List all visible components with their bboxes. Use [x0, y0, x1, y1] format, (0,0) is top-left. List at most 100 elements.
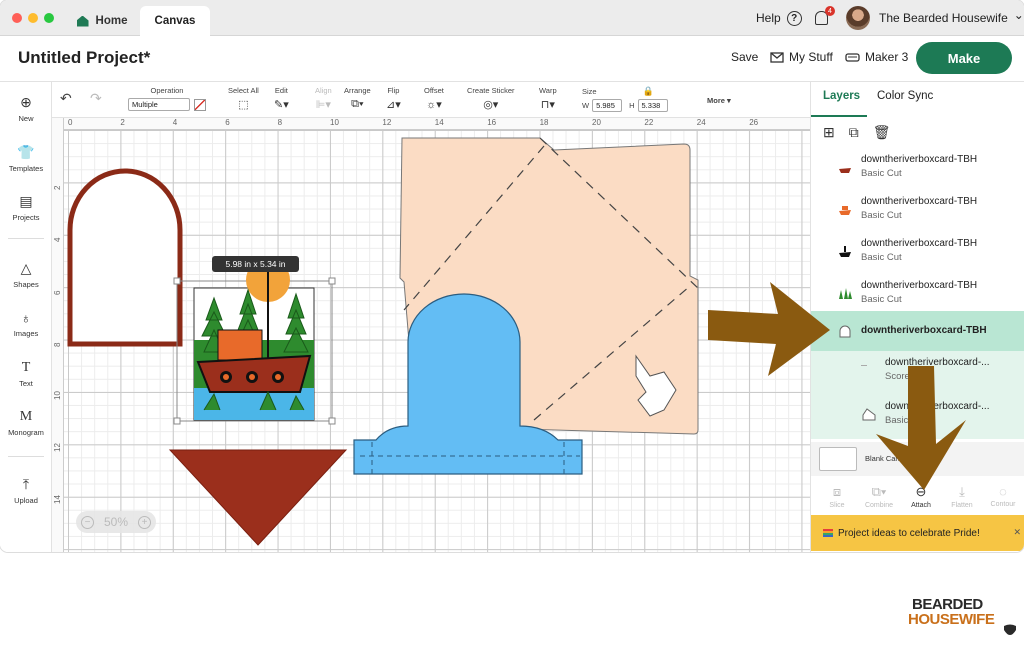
align-button[interactable]: Align ⊫▾ [315, 86, 332, 111]
contour-button[interactable]: ◌ Contour [983, 484, 1023, 508]
operation-control[interactable]: Operation Multiple [128, 86, 206, 111]
tab-layers[interactable]: Layers [823, 90, 860, 102]
arch-frame-shape [67, 168, 183, 347]
layer-operation: Basic Cut [861, 252, 902, 263]
zoom-out-button[interactable]: − [80, 515, 94, 529]
contour-icon: ◌ [999, 484, 1007, 499]
offset-button[interactable]: Offset ☼▾ [424, 86, 444, 111]
flip-button[interactable]: Flip ⊿▾ [386, 86, 401, 111]
score-thumb-icon [861, 365, 867, 366]
operation-select[interactable]: Multiple [128, 98, 190, 111]
attach-label: Attach [911, 502, 931, 509]
sidebar-item-label: Monogram [8, 428, 44, 437]
pride-flag-icon [823, 529, 833, 537]
redo-button[interactable]: ↷ [90, 90, 102, 107]
edit-label: Edit [274, 86, 288, 95]
my-stuff-button[interactable]: My Stuff [770, 50, 833, 64]
combine-button[interactable]: ⧉▾ Combine [859, 484, 899, 509]
make-button[interactable]: Make [916, 42, 1012, 74]
horizontal-ruler: 0 2 4 6 8 10 12 14 16 18 20 22 24 26 [52, 118, 810, 130]
sidebar-divider [8, 456, 44, 457]
group-icon[interactable]: ⊞ [823, 124, 835, 148]
layer-row[interactable]: downtheriverboxcard-TBH Basic Cut [811, 148, 1024, 190]
layer-group-selected[interactable]: downtheriverboxcard-TBH [811, 311, 1024, 351]
upload-icon: ⤒ [22, 476, 30, 492]
close-icon[interactable]: ✕ [1013, 527, 1021, 538]
boat-thumb-icon [839, 246, 851, 257]
layer-name: downtheriverboxcard-TBH [861, 238, 978, 249]
warp-label: Warp [539, 86, 557, 95]
tab-color-sync[interactable]: Color Sync [877, 90, 933, 102]
create-sticker-label: Create Sticker [467, 86, 515, 95]
sticker-icon: ◎▾ [483, 99, 499, 111]
width-input[interactable]: 5.985 [592, 99, 623, 112]
attach-icon: ⊖ [915, 484, 927, 499]
sidebar-item-label: Projects [12, 213, 40, 222]
combine-icon: ⧉▾ [871, 484, 887, 499]
pride-promo-banner[interactable]: Project ideas to celebrate Pride! ✕ [811, 515, 1024, 551]
sidebar-item-projects[interactable]: ▤ Projects [0, 193, 52, 222]
sidebar-item-images[interactable]: ♁ Images [0, 310, 52, 338]
slice-icon: ⧈ [832, 484, 842, 499]
undo-button[interactable]: ↶ [60, 90, 72, 107]
ruler-tick-label: 10 [53, 390, 62, 400]
attach-button[interactable]: ⊖ Attach [901, 484, 941, 509]
blank-canvas-label: Blank Canvas [865, 454, 912, 463]
left-sidebar: ⊕ New 👕 Templates ▤ Projects △ Shapes ♁ Image… [0, 82, 52, 552]
account-name: The Bearded Housewife [879, 11, 1008, 25]
project-title[interactable]: Untitled Project* [18, 48, 150, 68]
zoom-in-button[interactable]: + [137, 515, 151, 529]
arrange-button[interactable]: Arrange ⧉▾ [344, 86, 371, 111]
create-sticker-button[interactable]: Create Sticker ◎▾ [467, 86, 515, 111]
tab-home-label: Home [95, 15, 128, 27]
layer-name: downtheriverboxcard-... [885, 401, 990, 412]
slice-button[interactable]: ⧈ Slice [817, 484, 857, 509]
lock-icon[interactable]: 🔒 [643, 86, 654, 96]
blank-canvas-row[interactable]: Blank Canvas [811, 442, 1024, 476]
layer-row[interactable]: downtheriverboxcard-TBH Basic Cut [811, 274, 1024, 316]
sidebar-item-new[interactable]: ⊕ New [0, 94, 52, 123]
edit-toolbar: ↶ ↷ Operation Multiple Select All ⬚ Edit ✎… [52, 82, 810, 118]
more-button[interactable]: More ▾ [707, 96, 731, 105]
layer-row[interactable]: downtheriverboxcard-TBH Basic Cut [811, 232, 1024, 274]
sub-layer-row[interactable]: downtheriverboxcard-... Score [811, 351, 1024, 395]
layer-row[interactable]: downtheriverboxcard-TBH Basic Cut [811, 190, 1024, 232]
tab-home[interactable]: Home [66, 6, 138, 36]
account-menu[interactable]: The Bearded Housewife ⌄ [879, 0, 1024, 36]
ruler-tick-label: 10 [330, 118, 339, 127]
machine-selector[interactable]: Maker 3 [845, 50, 908, 64]
trash-icon[interactable]: 🗑 [873, 124, 891, 148]
flatten-button[interactable]: ⤓ Flatten [942, 484, 982, 509]
help-label: Help [756, 11, 781, 25]
sub-layer-row[interactable]: downtheriverboxcard-... Basic Cut [811, 395, 1024, 439]
edit-button[interactable]: Edit ✎▾ [274, 86, 289, 111]
title-bar: Home Canvas Help ? 4 The Bearded Housewi… [0, 0, 1024, 36]
chevron-down-icon: ⌄ [1013, 8, 1024, 22]
zoom-window-button[interactable] [44, 13, 54, 23]
ruler-tick-label: 8 [277, 118, 283, 127]
ruler-tick-label: 24 [696, 118, 706, 127]
help-button[interactable]: Help ? [756, 0, 802, 36]
sidebar-item-label: Shapes [13, 280, 39, 289]
save-button[interactable]: Save [731, 50, 758, 64]
duplicate-icon[interactable]: ⧉ [849, 124, 859, 148]
sidebar-item-templates[interactable]: 👕 Templates [0, 144, 52, 173]
close-window-button[interactable] [12, 13, 22, 23]
arrange-icon: ⧉▾ [351, 98, 364, 110]
tab-canvas[interactable]: Canvas [140, 6, 210, 36]
height-input[interactable]: 5.338 [637, 99, 668, 112]
design-canvas[interactable] [64, 130, 810, 552]
layer-group-name: downtheriverboxcard-TBH [861, 325, 987, 336]
color-swatch-icon[interactable] [194, 98, 206, 111]
sidebar-item-upload[interactable]: ⤒ Upload [0, 476, 52, 505]
ruler-tick-label: 16 [487, 118, 497, 127]
sidebar-item-monogram[interactable]: M Monogram [0, 409, 52, 437]
avatar[interactable] [846, 6, 870, 30]
bearded-housewife-logo: BEARDED HOUSEWIFE [906, 596, 1016, 640]
sidebar-item-text[interactable]: T Text [0, 360, 52, 388]
minimize-window-button[interactable] [28, 13, 38, 23]
sidebar-item-shapes[interactable]: △ Shapes [0, 260, 52, 289]
warp-button[interactable]: Warp ⊓▾ [539, 86, 557, 111]
select-all-button[interactable]: Select All ⬚ [228, 86, 259, 111]
undo-icon: ↶ [60, 90, 72, 106]
